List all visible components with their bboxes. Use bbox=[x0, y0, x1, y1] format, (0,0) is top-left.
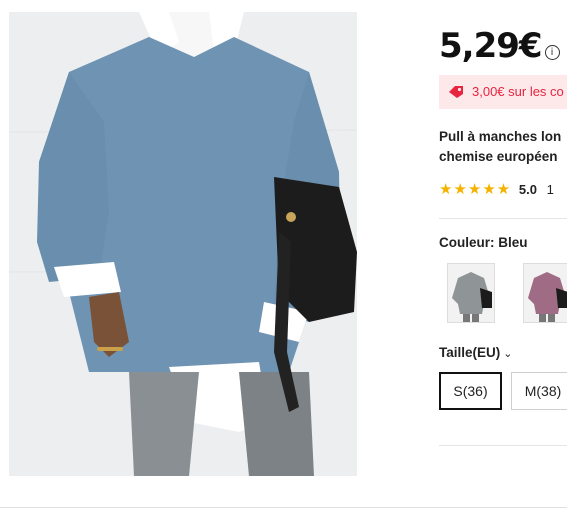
rating-value: 5.0 bbox=[518, 182, 537, 197]
price-row: 5,29€ i bbox=[439, 26, 560, 66]
product-title: Pull à manches lon chemise européen bbox=[439, 127, 567, 167]
product-title-line-1: Pull à manches lon bbox=[439, 129, 562, 144]
info-icon[interactable]: i bbox=[544, 45, 560, 60]
chevron-down-icon: ⌄ bbox=[503, 348, 513, 360]
size-label[interactable]: Taille(EU) ⌄ bbox=[439, 345, 512, 360]
color-swatch-mauve[interactable] bbox=[523, 263, 567, 323]
product-main-image[interactable] bbox=[9, 12, 357, 476]
size-label-text: Taille(EU) bbox=[439, 345, 501, 360]
color-swatch-gris[interactable] bbox=[447, 263, 495, 323]
divider bbox=[0, 507, 567, 508]
coupon-text: 3,00€ sur les co bbox=[472, 84, 564, 99]
star-rating-icons: ★★★★★ bbox=[439, 181, 512, 198]
size-option-m38[interactable]: M(38) bbox=[511, 372, 567, 410]
divider bbox=[439, 445, 567, 446]
divider bbox=[439, 218, 567, 219]
size-option-s36[interactable]: S(36) bbox=[439, 372, 502, 410]
tag-icon bbox=[449, 86, 463, 98]
coupon-banner[interactable]: 3,00€ sur les co bbox=[439, 75, 567, 109]
color-label: Couleur: Bleu bbox=[439, 235, 528, 250]
product-details-panel: 5,29€ i 3,00€ sur les co Pull à manches l… bbox=[439, 0, 567, 509]
review-count: 1 bbox=[546, 182, 554, 197]
price: 5,29€ bbox=[439, 26, 543, 66]
product-title-line-2: chemise européen bbox=[439, 149, 558, 164]
rating-row[interactable]: ★★★★★ 5.0 1 bbox=[439, 180, 554, 198]
